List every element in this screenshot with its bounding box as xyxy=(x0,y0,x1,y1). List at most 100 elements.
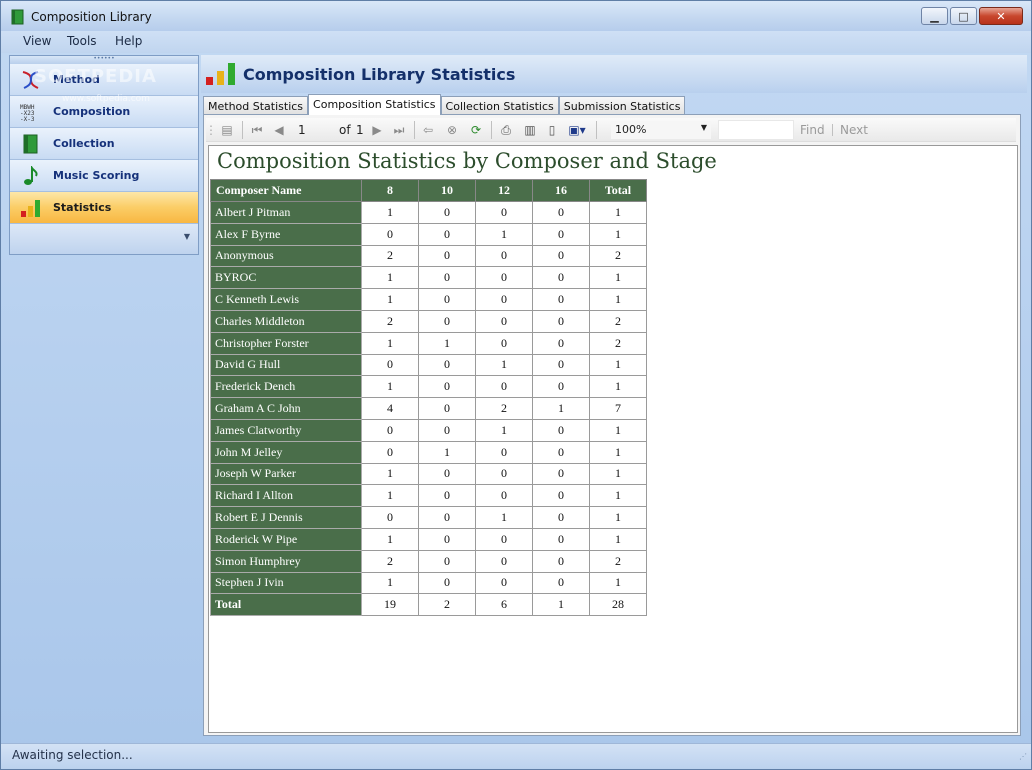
count-cell: 1 xyxy=(361,462,419,486)
print-layout-icon[interactable]: ▥ xyxy=(522,122,538,138)
count-cell: 2 xyxy=(361,309,419,333)
menu-tools[interactable]: Tools xyxy=(67,34,97,48)
book-icon xyxy=(23,134,38,154)
count-cell: 0 xyxy=(418,244,476,268)
chevron-down-icon[interactable]: ▼ xyxy=(184,232,190,241)
count-cell: 0 xyxy=(532,288,590,311)
composer-name-cell: Roderick W Pipe xyxy=(210,527,362,551)
find-link[interactable]: Find xyxy=(800,123,825,137)
nav-item-method[interactable]: Method xyxy=(10,64,198,96)
count-cell: 0 xyxy=(475,527,533,551)
zoom-select[interactable]: 100% ▼ xyxy=(611,121,711,139)
close-button[interactable]: ✕ xyxy=(979,7,1023,25)
toolbar-separator xyxy=(832,124,833,136)
menu-view[interactable]: View xyxy=(23,34,51,48)
count-cell: 0 xyxy=(418,353,476,377)
resize-grip-icon[interactable]: ⋰ xyxy=(1019,752,1027,761)
column-header: Total xyxy=(589,179,647,202)
count-cell: 1 xyxy=(475,353,533,377)
status-text: Awaiting selection... xyxy=(12,748,133,762)
count-cell: 0 xyxy=(418,527,476,551)
print-icon[interactable]: ⎙ xyxy=(498,122,514,138)
count-cell: 2 xyxy=(418,593,476,617)
toolbar-separator xyxy=(596,121,597,139)
nav-item-statistics[interactable]: Statistics xyxy=(10,192,198,224)
stop-icon[interactable]: ⊗ xyxy=(444,122,460,138)
table-row: Roderick W Pipe 1 0 0 0 1 xyxy=(210,527,647,551)
composer-name-cell: Simon Humphrey xyxy=(210,549,362,573)
total-label: Total xyxy=(210,593,362,617)
composer-name-cell: Alex F Byrne xyxy=(210,222,362,246)
tab-collection-statistics[interactable]: Collection Statistics xyxy=(440,96,559,115)
column-header: 16 xyxy=(532,179,590,202)
count-cell: 0 xyxy=(532,418,590,442)
page-title: Composition Library Statistics xyxy=(243,65,516,84)
refresh-icon[interactable]: ⟳ xyxy=(468,122,484,138)
column-header: 10 xyxy=(418,179,476,202)
window-title: Composition Library xyxy=(31,10,152,24)
minimize-icon: ▁ xyxy=(930,9,939,23)
nav-item-music-scoring[interactable]: Music Scoring xyxy=(10,160,198,192)
count-cell: 0 xyxy=(418,309,476,333)
count-cell: 0 xyxy=(418,484,476,508)
composer-name-cell: Christopher Forster xyxy=(210,331,362,355)
maximize-button[interactable]: □ xyxy=(950,7,977,25)
count-cell: 0 xyxy=(475,288,533,311)
export-save-icon[interactable]: ▣▾ xyxy=(566,122,588,138)
page-setup-icon[interactable]: ▯ xyxy=(544,122,560,138)
chevron-down-icon: ▼ xyxy=(700,123,707,132)
document-map-icon[interactable]: ▤ xyxy=(218,122,236,138)
count-cell: 0 xyxy=(475,201,533,224)
count-cell: 0 xyxy=(418,266,476,290)
nav-item-composition[interactable]: MBWH -X23 -X-3 Composition xyxy=(10,96,198,128)
next-page-icon[interactable]: ▶ xyxy=(370,122,384,138)
count-cell: 1 xyxy=(589,571,647,595)
count-cell: 0 xyxy=(418,222,476,246)
count-cell: 0 xyxy=(532,527,590,551)
tab-submission-statistics[interactable]: Submission Statistics xyxy=(558,96,686,115)
count-cell: 0 xyxy=(361,222,419,246)
table-row: Richard I Allton 1 0 0 0 1 xyxy=(210,484,647,508)
first-page-icon[interactable]: ⏮ xyxy=(250,122,264,138)
composer-name-cell: C Kenneth Lewis xyxy=(210,288,362,311)
title-bar[interactable]: Composition Library ▁ □ ✕ xyxy=(1,1,1031,31)
table-body: Albert J Pitman 1 0 0 0 1 Alex F Byrne 0 0 1 0 1 Ano… xyxy=(210,201,647,617)
composer-name-cell: John M Jelley xyxy=(210,440,362,464)
last-page-icon[interactable]: ⏭ xyxy=(392,122,406,138)
nav-splitter-grip[interactable]: •••••• xyxy=(10,56,198,64)
count-cell: 0 xyxy=(475,244,533,268)
count-cell: 0 xyxy=(532,462,590,486)
report-toolbar: ⋮ ▤ ⏮ ◀ 1 of 1 ▶ ⏭ ⇦ ⊗ ⟳ ⎙ ▥ ▯ ▣▾ 100% ▼… xyxy=(205,118,1016,142)
tab-method-statistics[interactable]: Method Statistics xyxy=(203,96,309,115)
count-cell: 1 xyxy=(475,506,533,529)
count-cell: 0 xyxy=(475,462,533,486)
count-cell: 1 xyxy=(361,288,419,311)
next-link[interactable]: Next xyxy=(840,123,868,137)
count-cell: 1 xyxy=(589,484,647,508)
nav-item-collection[interactable]: Collection xyxy=(10,128,198,160)
count-cell: 1 xyxy=(475,222,533,246)
previous-page-icon[interactable]: ◀ xyxy=(272,122,286,138)
count-cell: 0 xyxy=(475,266,533,290)
close-icon: ✕ xyxy=(996,9,1006,23)
composer-name-cell: Albert J Pitman xyxy=(210,201,362,224)
navigation-pane: •••••• Method MBWH -X23 -X-3 Composition… xyxy=(9,55,199,255)
count-cell: 0 xyxy=(532,331,590,355)
back-icon[interactable]: ⇦ xyxy=(420,122,436,138)
page-number-input[interactable]: 1 xyxy=(298,123,306,137)
table-row: Anonymous 2 0 0 0 2 xyxy=(210,244,647,268)
count-cell: 1 xyxy=(589,375,647,399)
column-header: 8 xyxy=(361,179,419,202)
count-cell: 1 xyxy=(361,201,419,224)
count-cell: 1 xyxy=(589,288,647,311)
count-cell: 28 xyxy=(589,593,647,617)
minimize-button[interactable]: ▁ xyxy=(921,7,948,25)
menu-help[interactable]: Help xyxy=(115,34,142,48)
count-cell: 0 xyxy=(418,418,476,442)
count-cell: 2 xyxy=(589,549,647,573)
composer-name-cell: Frederick Dench xyxy=(210,375,362,399)
count-cell: 0 xyxy=(532,201,590,224)
count-cell: 1 xyxy=(418,331,476,355)
find-input[interactable] xyxy=(718,120,794,140)
tab-composition-statistics[interactable]: Composition Statistics xyxy=(308,94,441,115)
